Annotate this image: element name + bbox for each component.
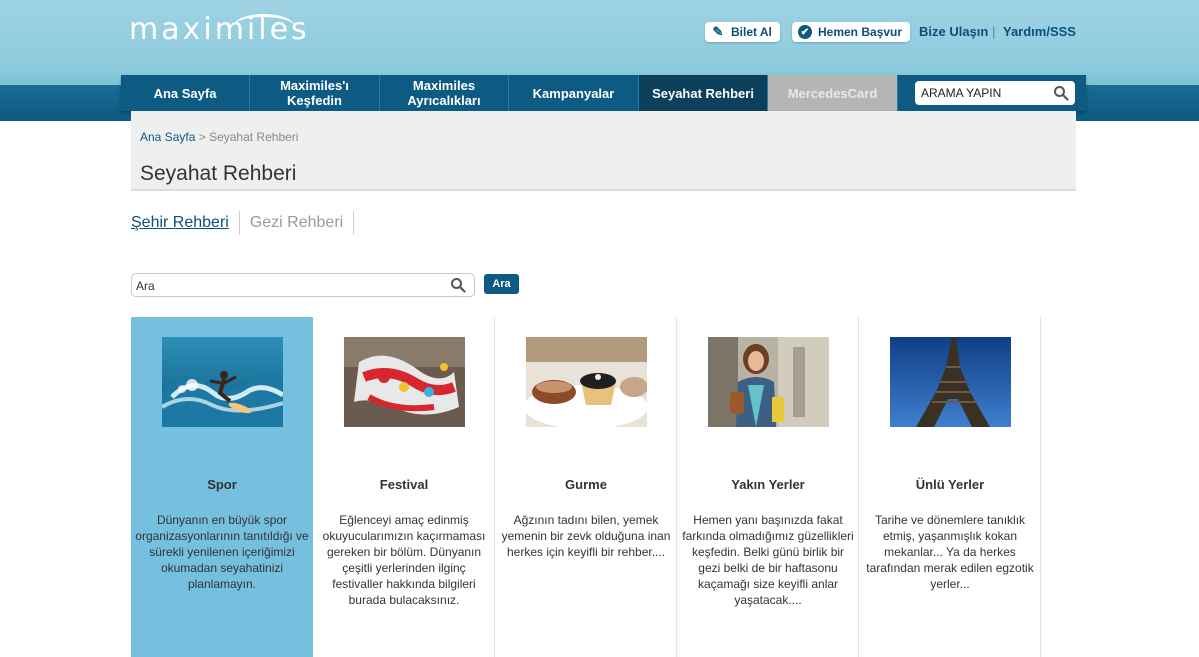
nav-item-mercedescard[interactable]: MercedesCard [768, 75, 898, 111]
nav-item-label: Maximiles'ı Keşfedin [280, 78, 349, 108]
card-title: Gurme [565, 477, 607, 492]
header-link-separator: | [992, 24, 996, 39]
guide-search-box [131, 273, 475, 297]
nav-item-label: Kampanyalar [532, 85, 615, 101]
card-description: Ağzının tadını bilen, yemek yemenin bir … [501, 513, 671, 559]
eiffel-tower-image [890, 337, 1011, 427]
card-festival[interactable]: Festival Eğlenceyi amaç edinmiş okuyucul… [313, 317, 495, 657]
woman-shopping-image [708, 337, 829, 427]
category-cards: Spor Dünyanın en büyük spor organizasyon… [131, 317, 1041, 657]
hemen-basvur-label: Hemen Başvur [818, 25, 903, 39]
nav-item-seyahat-rehberi[interactable]: Seyahat Rehberi [639, 75, 768, 111]
page-header-box: Ana Sayfa > Seyahat Rehberi Seyahat Rehb… [131, 111, 1076, 191]
breadcrumb-separator: > [195, 130, 210, 144]
gourmet-food-image [526, 337, 647, 427]
maximiles-logo[interactable]: maximiles [129, 12, 310, 52]
card-spor[interactable]: Spor Dünyanın en büyük spor organizasyon… [131, 317, 313, 657]
search-icon[interactable] [1053, 85, 1069, 101]
card-description: Hemen yanı başınızda fakat farkında olma… [682, 513, 854, 607]
logo-arc-icon [233, 14, 295, 40]
breadcrumb: Ana Sayfa > Seyahat Rehberi [140, 130, 298, 144]
page-title: Seyahat Rehberi [140, 162, 297, 185]
nav-item-ana-sayfa[interactable]: Ana Sayfa [121, 75, 250, 111]
card-title: Spor [207, 477, 237, 492]
card-gurme[interactable]: Gurme Ağzının tadını bilen, yemek yemeni… [495, 317, 677, 657]
nav-item-ayricaliklari[interactable]: Maximiles Ayrıcalıkları [380, 75, 509, 111]
guide-search-button[interactable]: Ara [484, 274, 519, 294]
nav-item-label: Ana Sayfa [153, 85, 217, 101]
bilet-al-button[interactable]: ✎ Bilet Al [705, 22, 780, 42]
surfer-image [162, 337, 283, 427]
nav-item-label: Maximiles Ayrıcalıkları [407, 78, 481, 108]
hemen-basvur-button[interactable]: ✔ Hemen Başvur [792, 22, 911, 42]
nav-item-label: Seyahat Rehberi [652, 85, 754, 101]
main-nav: Ana Sayfa Maximiles'ı Keşfedin Maximiles… [121, 75, 1086, 111]
breadcrumb-home-link[interactable]: Ana Sayfa [140, 130, 195, 144]
card-title: Yakın Yerler [731, 477, 805, 492]
guide-tabs: Şehir Rehberi Gezi Rehberi [131, 211, 364, 235]
breadcrumb-current: Seyahat Rehberi [209, 130, 299, 144]
card-title: Festival [379, 477, 429, 492]
guide-search-input[interactable] [136, 277, 436, 294]
tab-sehir-rehberi[interactable]: Şehir Rehberi [131, 211, 240, 235]
card-title: Ünlü Yerler [915, 477, 985, 492]
bilet-al-label: Bilet Al [731, 25, 772, 39]
card-unlu-yerler[interactable]: Ünlü Yerler Tarihe ve dönemlere tanıklık… [859, 317, 1041, 657]
nav-search-input[interactable] [921, 86, 1047, 100]
dragon-festival-image [344, 337, 465, 427]
bize-ulasin-link[interactable]: Bize Ulaşın [919, 24, 988, 39]
card-description: Tarihe ve dönemlere tanıklık etmiş, yaşa… [866, 513, 1034, 591]
card-yakin-yerler[interactable]: Yakın Yerler Hemen yanı başınızda fakat … [677, 317, 859, 657]
yardim-sss-link[interactable]: Yardım/SSS [1003, 24, 1076, 39]
check-icon: ✔ [798, 25, 812, 39]
nav-item-label: MercedesCard [787, 85, 878, 101]
tab-gezi-rehberi[interactable]: Gezi Rehberi [250, 211, 355, 235]
card-description: Eğlenceyi amaç edinmiş okuyucularımızın … [322, 513, 486, 607]
ticket-icon: ✎ [712, 24, 724, 39]
nav-search-box [915, 81, 1075, 105]
card-description: Dünyanın en büyük spor organizasyonların… [135, 513, 309, 591]
nav-item-kesfedin[interactable]: Maximiles'ı Keşfedin [250, 75, 380, 111]
search-icon[interactable] [450, 277, 466, 293]
nav-item-kampanyalar[interactable]: Kampanyalar [509, 75, 639, 111]
